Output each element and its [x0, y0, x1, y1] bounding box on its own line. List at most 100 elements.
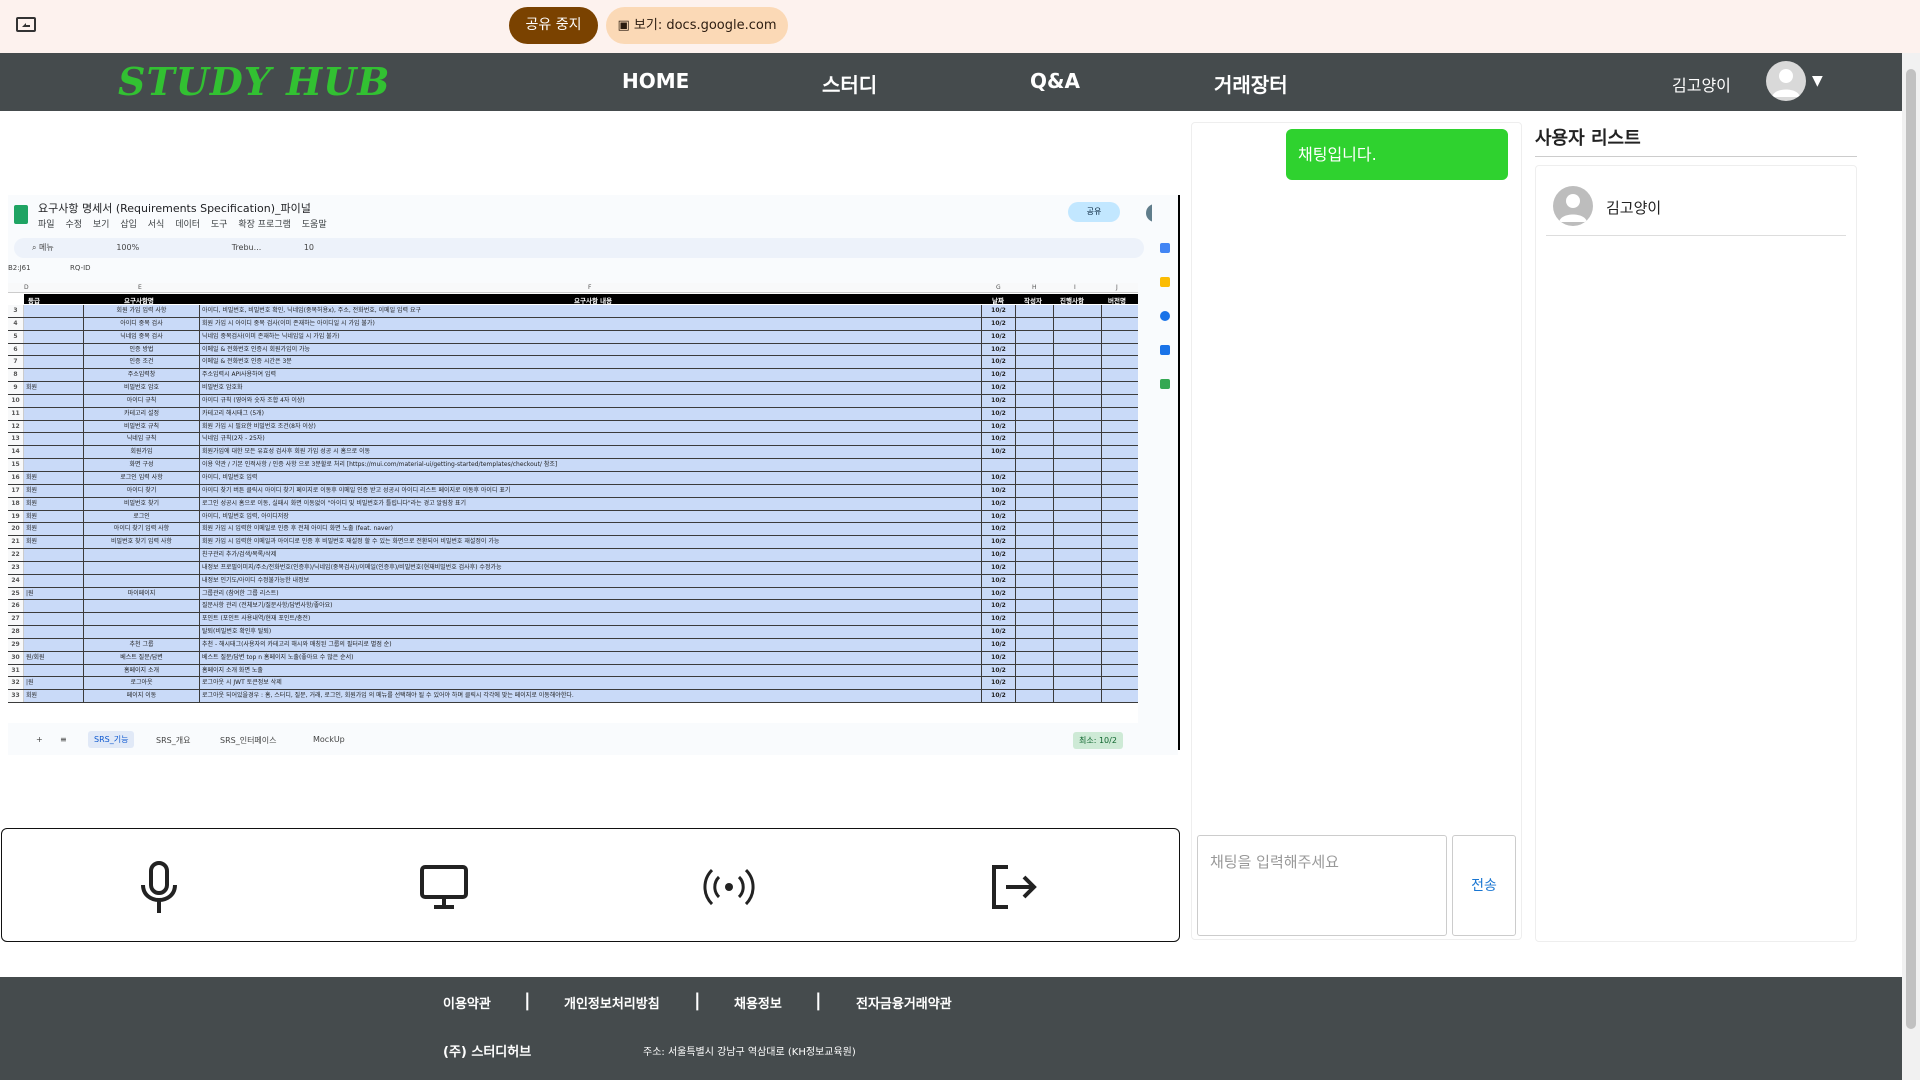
- cell-requirement-content: 탈퇴(비밀번호 확인후 탈퇴): [200, 626, 982, 638]
- cell-date: 10/2: [982, 330, 1016, 343]
- table-row: 15 화면 구성 이용 약관 / 기본 인적사항 / 인증 사항 으로 3분할로 처…: [8, 459, 1138, 472]
- stop-sharing-button[interactable]: 공유 중지: [509, 7, 598, 44]
- chat-message-bubble: 채팅입니다.: [1286, 129, 1508, 180]
- font-name: Trebu...: [231, 243, 262, 252]
- footer-link-privacy[interactable]: 개인정보처리방침: [564, 993, 660, 1012]
- cell-author: [1016, 446, 1054, 459]
- cell-version: [1102, 484, 1138, 497]
- zoom-level: 100%: [116, 243, 140, 252]
- cell-reference: B2:J61: [8, 264, 31, 272]
- cell-progress: [1054, 459, 1102, 471]
- row-number: 7: [8, 356, 24, 369]
- row-number: 31: [8, 664, 24, 677]
- studyhub-logo[interactable]: STUDY HUB: [118, 59, 390, 104]
- cell-version: [1102, 446, 1138, 459]
- sheet-header: 요구사항 명세서 (Requirements Specification)_파이…: [8, 195, 1178, 235]
- table-row: 26 질문사항 관리 (전체보기/질문사항/답변사항/좋아요) 10/2: [8, 600, 1138, 614]
- row-number: 26: [8, 600, 24, 613]
- row-number: 4: [8, 317, 24, 330]
- monitor-icon[interactable]: [414, 857, 474, 917]
- nav-qna[interactable]: Q&A: [1030, 69, 1080, 93]
- row-number: 27: [8, 613, 24, 626]
- cell-progress: [1054, 587, 1102, 600]
- sheet-toolbar: ⌕ 메뉴 100% Trebu... 10: [14, 238, 1144, 258]
- chevron-down-icon[interactable]: ▼: [1812, 73, 1823, 89]
- menu-item: 도구: [210, 220, 228, 230]
- row-number: 17: [8, 484, 24, 497]
- table-row: 12 비밀번호 규칙 회원 가입 시 필요한 비밀번호 조건(8자 이상) 10/2: [8, 420, 1138, 434]
- cell-author: [1016, 523, 1054, 536]
- tab-icon: ▣: [617, 18, 634, 33]
- cell-progress: [1054, 690, 1102, 703]
- view-tab-button[interactable]: ▣ 보기: docs.google.com: [606, 7, 788, 44]
- cell-author: [1016, 587, 1054, 600]
- user-name: 김고양이: [1606, 199, 1662, 217]
- menu-item: 데이터: [175, 220, 201, 230]
- cell-requirement-name: [84, 549, 200, 561]
- cell-requirement-content: 포인트 (포인트 사용내역/현재 포인트/충전): [200, 613, 982, 626]
- cell-version: [1102, 356, 1138, 369]
- cell-progress: [1054, 677, 1102, 690]
- table-row: 7 인증 조건 이메일 & 전화번호 인증 시간은 3분 10/2: [8, 356, 1138, 370]
- sheet-tab: SRS_기능: [88, 731, 135, 748]
- cell-author: [1016, 433, 1054, 446]
- cell-progress: [1054, 356, 1102, 369]
- cell-progress: [1054, 330, 1102, 343]
- cell-author: [1016, 574, 1054, 587]
- sheet-grid: D E F G H I J 등급 요구사항명 요구사항 내용 날짜 작성자 진행…: [8, 283, 1138, 723]
- nav-home[interactable]: HOME: [622, 69, 689, 93]
- cell-author: [1016, 382, 1054, 394]
- table-row: 21 회원 비밀번호 찾기 입력 사항 회원 가입 시 입력한 이메일과 아이디로 인…: [8, 536, 1138, 550]
- nav-market[interactable]: 거래장터: [1214, 69, 1288, 98]
- cell-version: [1102, 536, 1138, 549]
- cell-progress: [1054, 446, 1102, 459]
- cell-version: [1102, 664, 1138, 677]
- table-row: 28 탈퇴(비밀번호 확인후 탈퇴) 10/2: [8, 626, 1138, 639]
- row-number: 10: [8, 394, 24, 407]
- send-button[interactable]: 전송: [1452, 835, 1516, 936]
- microphone-icon[interactable]: [129, 857, 189, 917]
- col-letter: H: [1032, 284, 1037, 291]
- table-row: 20 회원 아이디 찾기 입력 사항 회원 가입 시 입력한 이메일로 인증 후 전체…: [8, 523, 1138, 537]
- font-size: 10: [303, 243, 314, 252]
- cell-author: [1016, 317, 1054, 330]
- cell-grade: [24, 420, 84, 433]
- nav-study[interactable]: 스터디: [822, 69, 877, 98]
- exit-icon[interactable]: [984, 857, 1044, 917]
- footer-link-finance-terms[interactable]: 전자금융거래약관: [856, 993, 952, 1012]
- cell-version: [1102, 523, 1138, 536]
- cell-author: [1016, 626, 1054, 638]
- cell-version: [1102, 497, 1138, 510]
- menu-item: 수정: [65, 220, 82, 230]
- cell-progress: [1054, 394, 1102, 407]
- cell-requirement-content: 아이디 찾기 버튼 클릭시 아이디 찾기 페이지로 이동후 이메일 인증 받고 …: [200, 484, 982, 497]
- footer-link-careers[interactable]: 채용정보: [734, 993, 782, 1012]
- cell-date: [982, 459, 1016, 471]
- scrollbar-thumb[interactable]: [1906, 69, 1916, 1029]
- table-row: 17 회원 아이디 찾기 아이디 찾기 버튼 클릭시 아이디 찾기 페이지로 이동후 …: [8, 484, 1138, 498]
- cell-version: [1102, 600, 1138, 613]
- footer-separator: |: [524, 990, 531, 1011]
- cell-requirement-name: 추천 그룹: [84, 638, 200, 651]
- broadcast-icon[interactable]: [699, 857, 759, 917]
- screen-share-bar: 공유 중지 ▣ 보기: docs.google.com: [0, 0, 1920, 53]
- footer-link-terms[interactable]: 이용약관: [443, 993, 491, 1012]
- cell-author: [1016, 651, 1054, 664]
- row-number: 22: [8, 549, 24, 561]
- cell-progress: [1054, 510, 1102, 523]
- cell-grade: |원: [24, 587, 84, 600]
- cell-requirement-name: 카테고리 설정: [84, 407, 200, 420]
- cell-version: [1102, 420, 1138, 433]
- chat-input[interactable]: 채팅을 입력해주세요: [1197, 835, 1447, 936]
- table-row: 33 회원 페이지 이동 로그아웃 되어있을경우 : 홈, 스터디, 질문, 거래, …: [8, 690, 1138, 704]
- user-list-item[interactable]: 김고양이: [1546, 176, 1846, 236]
- cell-progress: [1054, 523, 1102, 536]
- cell-version: [1102, 613, 1138, 626]
- cell-author: [1016, 484, 1054, 497]
- cell-progress: [1054, 369, 1102, 382]
- cell-requirement-content: 친구관리 추가/검색/목록/삭제: [200, 549, 982, 561]
- cell-date: 10/2: [982, 497, 1016, 510]
- page-scrollbar[interactable]: [1902, 53, 1920, 1080]
- user-avatar-icon[interactable]: [1766, 61, 1806, 101]
- cell-progress: [1054, 626, 1102, 638]
